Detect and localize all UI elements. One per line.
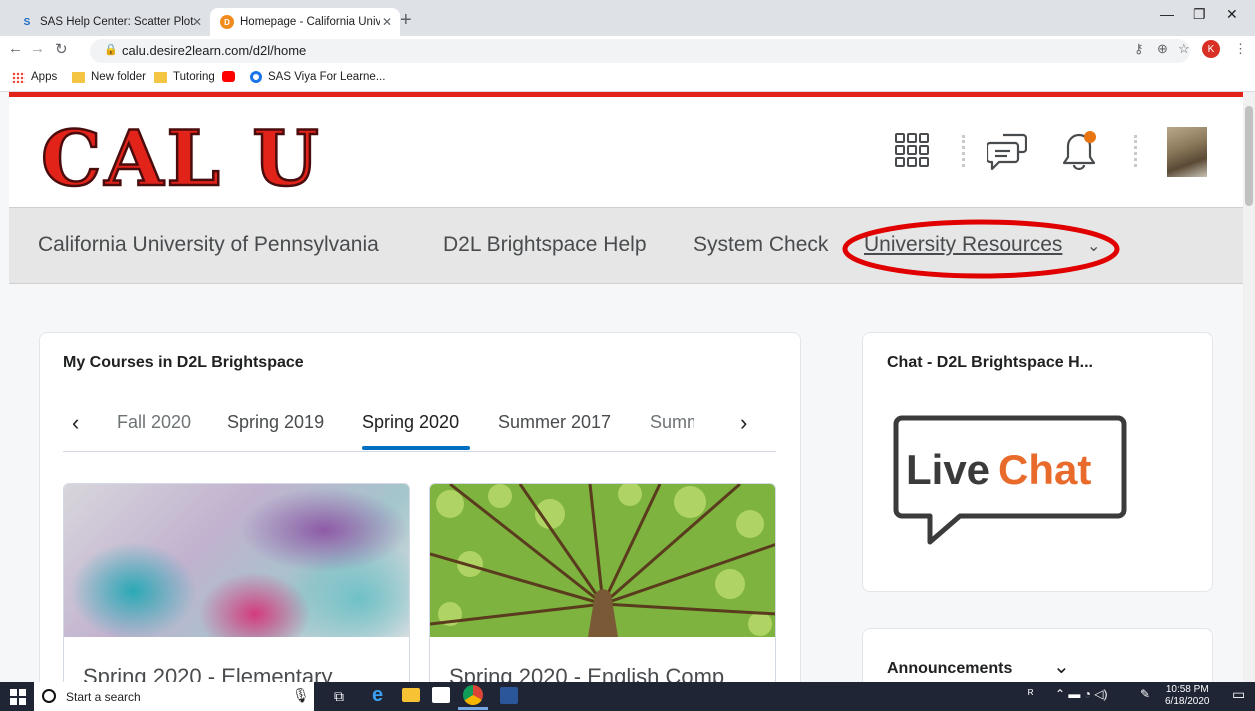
semester-tab-summer[interactable]: Summer xyxy=(650,412,694,433)
file-explorer-icon[interactable] xyxy=(402,688,420,702)
close-tab-icon[interactable]: ✕ xyxy=(192,15,202,29)
announcements-title: Announcements xyxy=(887,660,1013,677)
header-divider xyxy=(962,135,965,167)
bookmarks-bar: Apps New folder Tutoring SAS Viya For Le… xyxy=(0,66,1255,92)
minimize-icon[interactable]: — xyxy=(1160,6,1174,22)
svg-text:Chat: Chat xyxy=(998,446,1091,493)
annotation-ellipse xyxy=(842,219,1120,279)
pen-icon[interactable]: ✎ xyxy=(1140,687,1150,701)
bookmark-star-icon[interactable]: ☆ xyxy=(1178,41,1190,57)
scrollbar-thumb[interactable] xyxy=(1245,106,1253,206)
bookmark-tutoring[interactable]: Tutoring xyxy=(154,71,215,83)
nav-link-d2l-help[interactable]: D2L Brightspace Help xyxy=(443,233,647,257)
word-icon[interactable] xyxy=(500,687,518,704)
user-avatar[interactable] xyxy=(1167,127,1207,177)
close-tab-icon[interactable]: ✕ xyxy=(382,15,392,29)
address-bar[interactable]: 🔒 calu.desire2learn.com/d2l/home xyxy=(90,39,1190,63)
lock-icon: 🔒 xyxy=(104,44,118,56)
browser-tab-strip: S SAS Help Center: Scatter Plot: Sel ✕ D… xyxy=(0,0,1255,36)
back-icon[interactable]: ← xyxy=(8,40,23,57)
course-image-paint xyxy=(64,484,409,637)
bookmark-sas-viya[interactable]: SAS Viya For Learne... xyxy=(250,71,385,83)
bookmark-apps[interactable]: Apps xyxy=(12,71,57,83)
course-tile-elementary[interactable] xyxy=(63,483,410,693)
semester-tab-summer-2017[interactable]: Summer 2017 xyxy=(498,412,611,433)
notification-dot xyxy=(1084,131,1096,143)
nav-link-california-university[interactable]: California University of Pennsylvania xyxy=(38,233,379,257)
chrome-icon[interactable] xyxy=(463,685,483,705)
message-alerts-icon[interactable] xyxy=(987,133,1027,171)
chevron-right-icon[interactable]: › xyxy=(740,410,747,436)
active-app-indicator xyxy=(458,707,488,710)
cortana-circle-icon xyxy=(42,689,56,703)
selected-tab-indicator xyxy=(362,446,470,450)
store-icon[interactable] xyxy=(432,687,450,703)
windows-start-icon[interactable] xyxy=(10,689,26,705)
svg-text:CAL U: CAL U xyxy=(41,115,322,193)
course-tile-english-comp[interactable] xyxy=(429,483,776,693)
course-navbar: California University of Pennsylvania D2… xyxy=(9,207,1243,284)
svg-text:Live: Live xyxy=(906,446,990,493)
livechat-logo[interactable]: Live Chat xyxy=(890,410,1130,550)
semester-tab-spring-2019[interactable]: Spring 2019 xyxy=(227,412,324,433)
waffle-menu-icon[interactable] xyxy=(895,133,929,167)
nav-link-system-check[interactable]: System Check xyxy=(693,233,828,257)
bookmark-new-folder[interactable]: New folder xyxy=(72,71,146,83)
edge-browser-icon[interactable]: e xyxy=(372,684,383,707)
semester-tab-fall-2020[interactable]: Fall 2020 xyxy=(117,412,191,433)
tab-sas-help[interactable]: S SAS Help Center: Scatter Plot: Sel ✕ xyxy=(10,8,210,36)
tabs-divider xyxy=(63,451,776,452)
people-icon[interactable]: ᴿ xyxy=(1028,687,1033,701)
profile-avatar[interactable]: K xyxy=(1202,40,1220,58)
browser-toolbar: ← → ↻ 🔒 calu.desire2learn.com/d2l/home xyxy=(0,36,1255,66)
chat-widget-title: Chat - D2L Brightspace H... xyxy=(887,354,1093,371)
clock[interactable]: 10:58 PM 6/18/2020 xyxy=(1165,684,1210,708)
folder-icon xyxy=(72,71,85,83)
update-alerts-bell-icon[interactable] xyxy=(1061,129,1101,171)
calu-logo[interactable]: CAL U xyxy=(39,115,339,193)
forward-icon[interactable]: → xyxy=(30,40,45,57)
tab-homepage[interactable]: D Homepage - California University ✕ xyxy=(210,8,400,36)
folder-icon xyxy=(154,71,167,83)
new-tab-icon[interactable]: + xyxy=(400,9,412,32)
maximize-icon[interactable]: ❐ xyxy=(1193,6,1206,23)
my-courses-title: My Courses in D2L Brightspace xyxy=(63,354,304,371)
chevron-left-icon[interactable]: ‹ xyxy=(72,410,79,436)
window-close-icon[interactable]: ✕ xyxy=(1226,6,1238,23)
browser-menu-icon[interactable]: ⋮ xyxy=(1234,41,1247,57)
task-view-icon[interactable]: ⧉ xyxy=(334,688,344,705)
site-header: CAL U xyxy=(9,97,1243,207)
zoom-icon[interactable]: ⊕ xyxy=(1157,41,1168,57)
microphone-icon[interactable]: 🎙 xyxy=(292,687,310,704)
semester-tab-spring-2020[interactable]: Spring 2020 xyxy=(362,412,459,433)
tray-icons[interactable]: ⌃ ▬ ◔ ◁) xyxy=(1055,687,1108,701)
header-divider xyxy=(1134,135,1137,167)
d2l-favicon-icon: D xyxy=(220,15,234,29)
youtube-icon xyxy=(222,71,235,82)
sas-viya-icon xyxy=(250,71,262,83)
bookmark-youtube[interactable] xyxy=(222,71,241,82)
apps-grid-icon xyxy=(12,71,25,83)
course-image-tree xyxy=(430,484,775,637)
reload-icon[interactable]: ↻ xyxy=(55,40,68,58)
action-center-icon[interactable]: ▭ xyxy=(1232,686,1245,703)
key-icon[interactable]: ⚷ xyxy=(1134,41,1144,57)
taskbar-search[interactable]: Start a search 🎙 xyxy=(34,682,314,711)
sas-favicon-icon: S xyxy=(23,16,31,28)
chevron-down-icon[interactable]: ⌄ xyxy=(1053,654,1070,679)
